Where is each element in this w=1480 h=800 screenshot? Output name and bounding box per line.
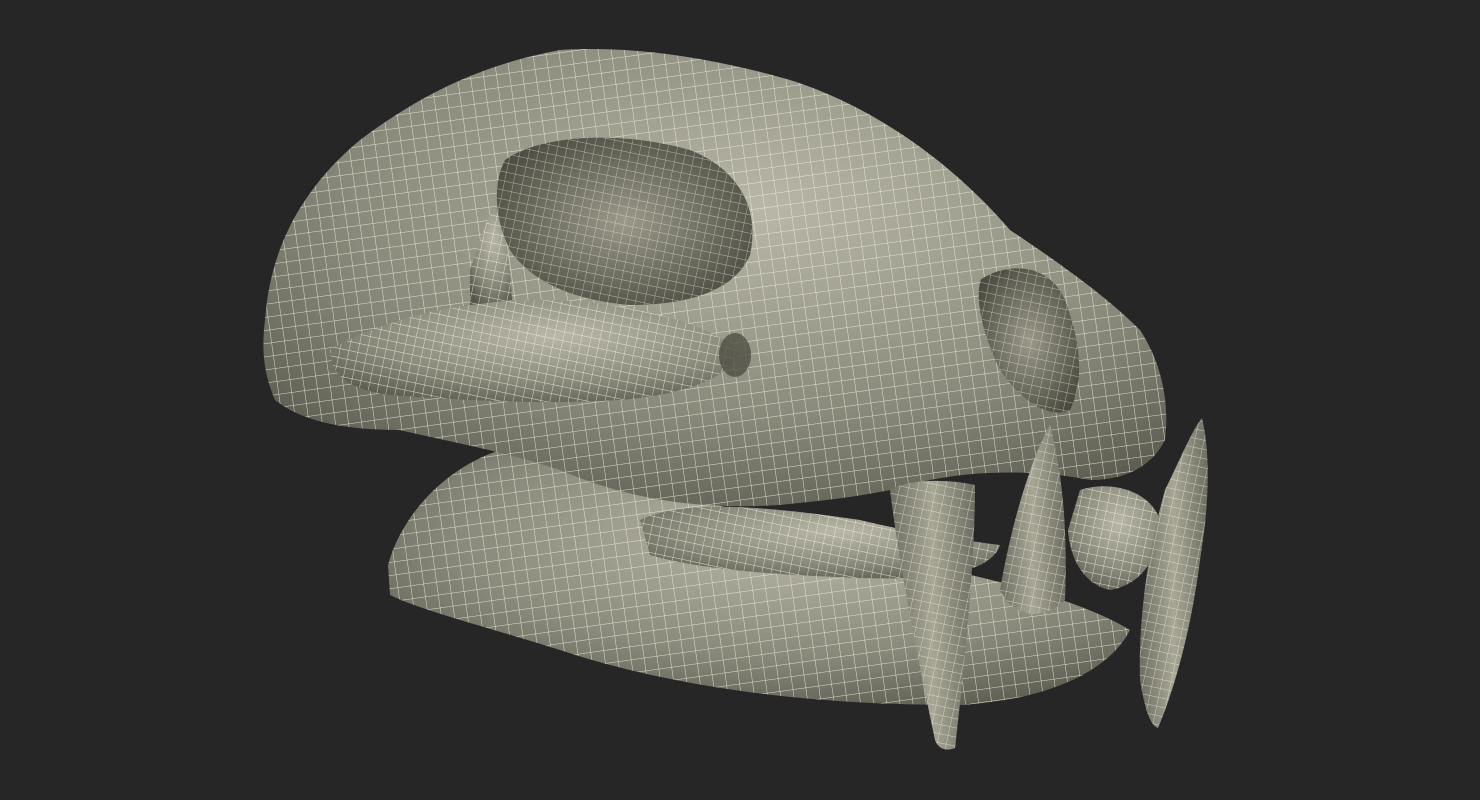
skull-render [263,49,1208,750]
upper-canine-right [1139,418,1208,728]
render-viewport [0,0,1480,800]
